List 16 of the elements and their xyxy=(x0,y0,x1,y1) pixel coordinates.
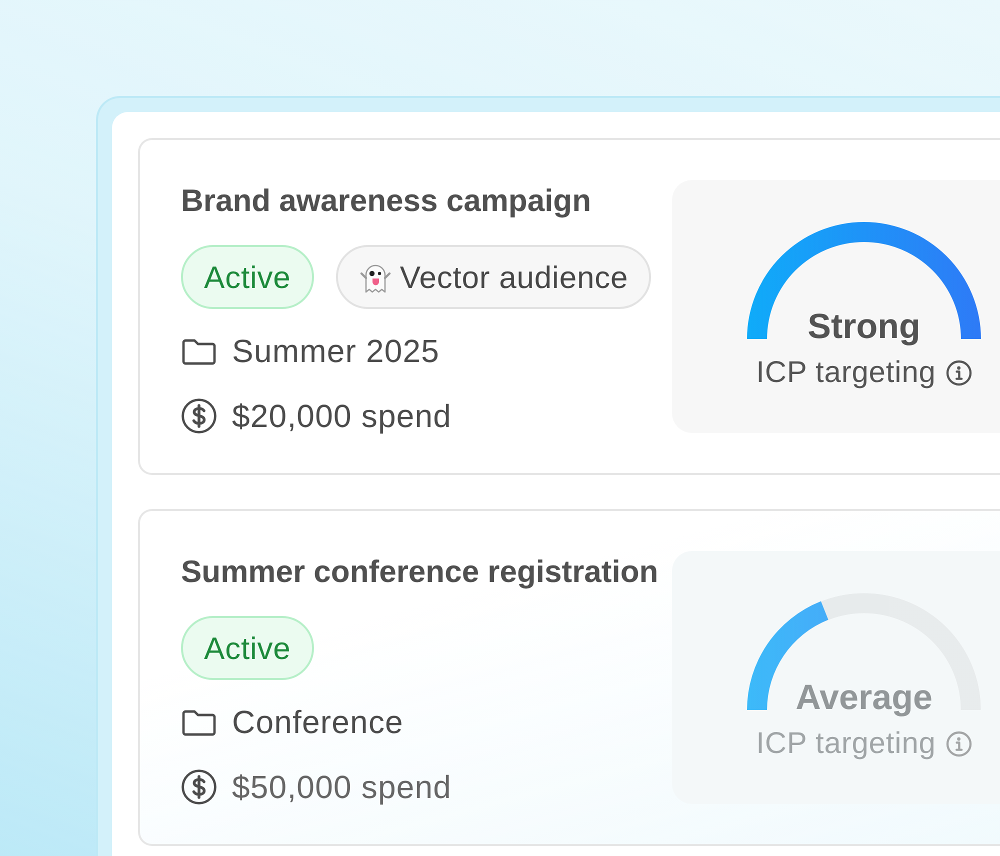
dollar-icon xyxy=(181,398,217,434)
status-pill: Active xyxy=(181,616,314,680)
folder-label: Conference xyxy=(232,704,404,741)
info-icon[interactable] xyxy=(946,360,972,386)
campaign-title: Summer conference registration xyxy=(181,553,658,590)
score-rating: Average xyxy=(796,677,932,719)
status-pill: Active xyxy=(181,245,314,310)
score-rating: Strong xyxy=(808,306,920,348)
score-caption: ICP targeting xyxy=(756,355,936,391)
dollar-icon xyxy=(181,769,217,806)
campaign-title: Brand awareness campaign xyxy=(181,182,592,220)
spend-amount: $50,000 spend xyxy=(232,768,452,806)
audience-tag: Vector audience xyxy=(336,245,652,310)
folder-label: Summer 2025 xyxy=(232,333,440,370)
score-caption: ICP targeting xyxy=(756,726,936,762)
spend-amount: $20,000 spend xyxy=(232,398,452,435)
